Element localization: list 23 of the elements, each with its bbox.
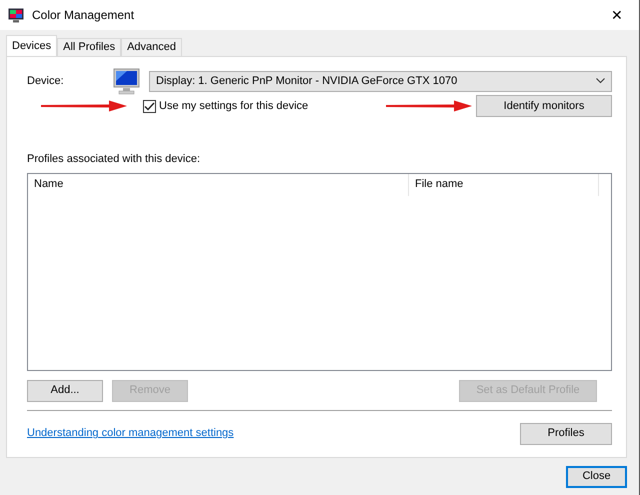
tab[interactable]: Advanced	[121, 38, 182, 56]
column-header[interactable]: Name	[28, 174, 409, 196]
device-dropdown[interactable]: Display: 1. Generic PnP Monitor - NVIDIA GeForce GTX 1070	[149, 70, 612, 92]
close-dialog-button[interactable]: Close	[566, 466, 627, 488]
monitor-icon	[113, 67, 141, 95]
profiles-button[interactable]: Profiles	[520, 422, 612, 444]
checkbox-label[interactable]: Use my settings for this device	[159, 98, 308, 114]
section-label: Profiles associated with this device:	[27, 152, 202, 167]
field-label: Device:	[27, 74, 65, 89]
arrow-icon	[386, 100, 472, 112]
tab[interactable]: All Profiles	[57, 38, 122, 56]
window-title: Color Management	[32, 7, 134, 24]
profile-list[interactable]: Name File name	[27, 172, 612, 370]
arrow-icon	[41, 100, 127, 112]
identify-monitors-button[interactable]: Identify monitors	[476, 95, 612, 117]
help-link[interactable]: Understanding color management settings	[27, 425, 234, 442]
checkbox[interactable]	[143, 100, 156, 112]
close-button[interactable]: ✕	[595, 0, 639, 30]
list-button[interactable]: Add...	[27, 380, 103, 402]
column-header[interactable]: File name	[409, 174, 599, 196]
tab[interactable]: Devices	[6, 35, 58, 56]
monitor-icon	[8, 8, 24, 22]
chevron-down-icon	[596, 78, 605, 84]
